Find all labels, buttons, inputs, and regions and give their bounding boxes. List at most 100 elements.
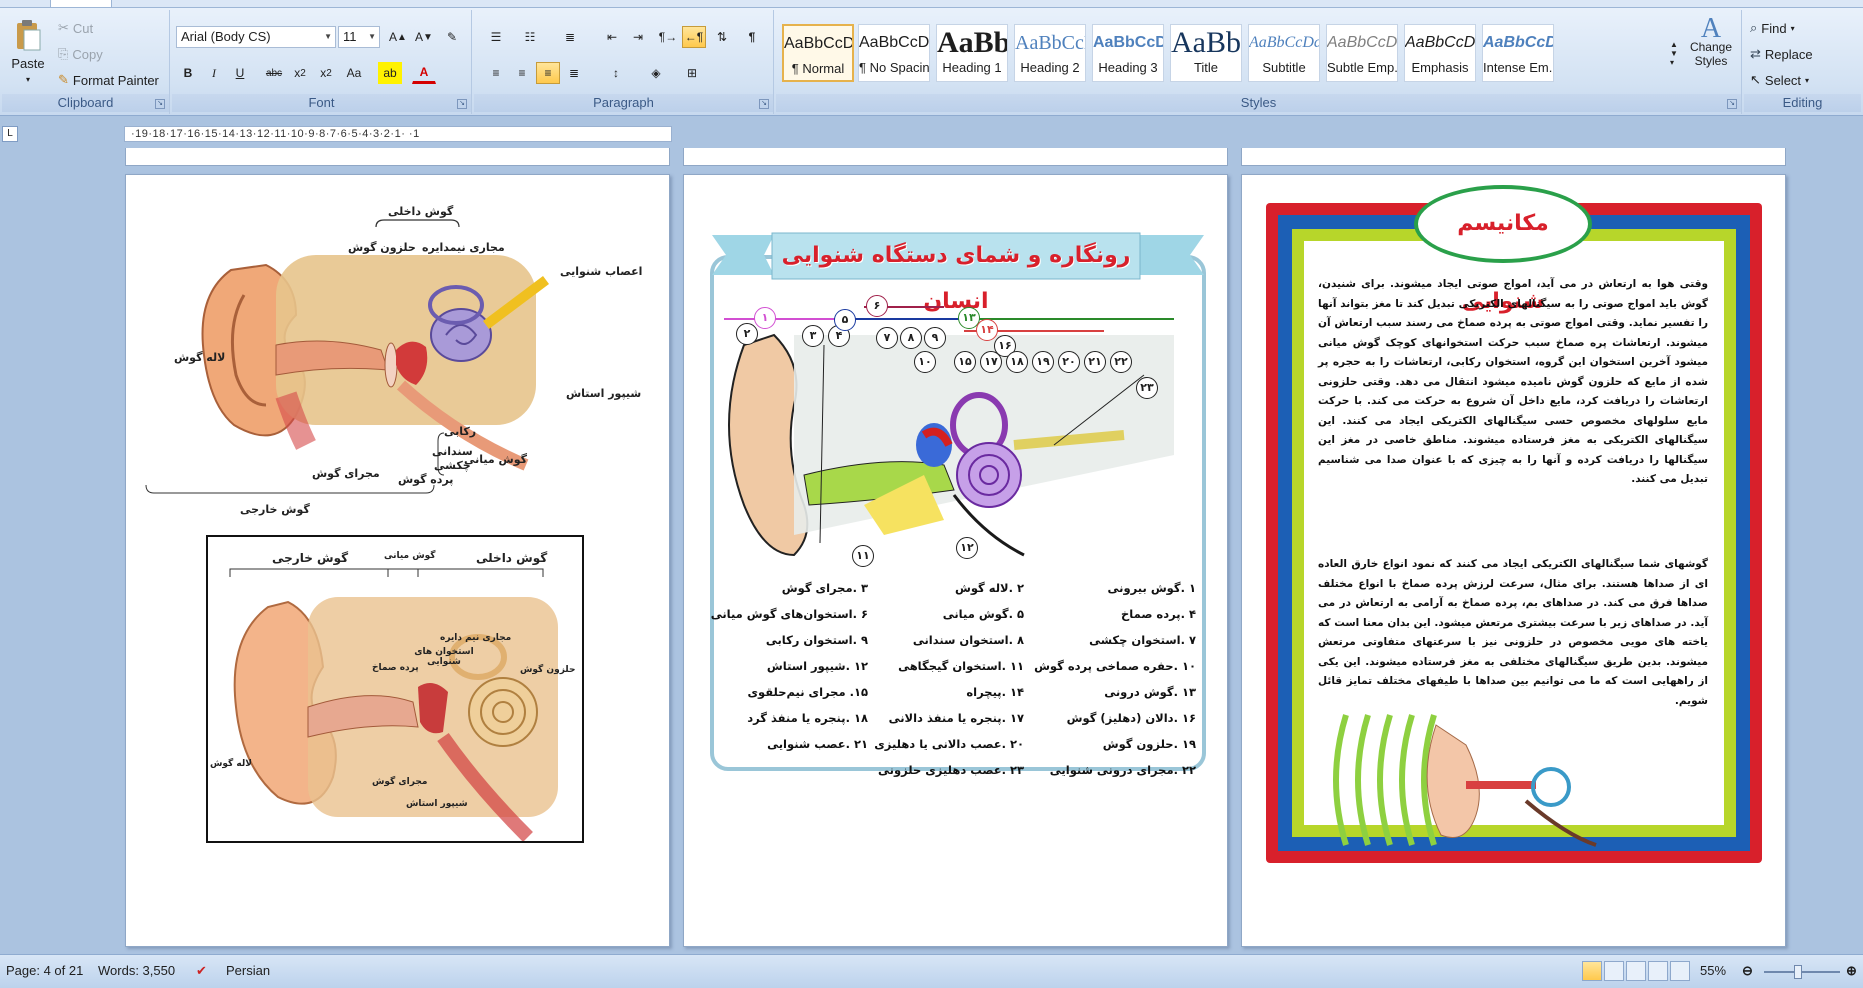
replace-icon: ⇄ bbox=[1750, 46, 1761, 61]
change-case-icon[interactable]: Aa bbox=[342, 62, 366, 84]
font-color-icon[interactable]: A bbox=[412, 62, 436, 84]
font-size-combo[interactable]: 11 ▼ bbox=[338, 26, 380, 48]
zoom-in-icon[interactable]: ⊕ bbox=[1846, 963, 1857, 979]
highlight-icon[interactable]: ab bbox=[378, 62, 402, 84]
style-no-spacing[interactable]: AaBbCcDdEe¶ No Spacing bbox=[858, 24, 930, 82]
paste-button[interactable]: Paste ▾ bbox=[8, 18, 48, 84]
tab-view[interactable] bbox=[520, 0, 582, 8]
label-middle-ear-bottom: گوش میانی bbox=[384, 551, 436, 561]
outline-view-icon[interactable] bbox=[1648, 961, 1668, 981]
cut-button[interactable]: ✂ Cut bbox=[58, 20, 93, 36]
page-middle[interactable]: رونگاره و شمای دستگاه شنوایی انسان ۱ ۲ ۳… bbox=[683, 174, 1228, 947]
horizontal-ruler[interactable]: ·19·18·17·16·15·14·13·12·11·10·9·8·7·6·5… bbox=[124, 126, 672, 142]
print-layout-view-icon[interactable] bbox=[1582, 961, 1602, 981]
prev-page-bottom-right bbox=[1241, 148, 1786, 166]
zoom-slider-thumb[interactable] bbox=[1794, 965, 1802, 979]
bullets-icon[interactable]: ☰ bbox=[484, 26, 508, 48]
italic-icon[interactable]: I bbox=[202, 62, 226, 84]
status-bar: Page: 4 of 21 Words: 3,550 ✔ Persian 55%… bbox=[0, 954, 1863, 988]
tab-insert[interactable] bbox=[112, 0, 174, 8]
style-heading-2[interactable]: AaBbCcDdEeHeading 2 bbox=[1014, 24, 1086, 82]
zoom-slider[interactable] bbox=[1764, 965, 1840, 979]
change-styles-icon: A bbox=[1700, 13, 1722, 44]
language-indicator[interactable]: Persian bbox=[226, 963, 270, 978]
copy-icon: ⎘ bbox=[58, 46, 69, 61]
mechanism-paragraph-2: گوشهای شما سیگنالهای الکتریکی ایجاد می ک… bbox=[1318, 558, 1708, 707]
clear-formatting-icon[interactable]: ✎ bbox=[440, 26, 464, 48]
rtl-icon[interactable]: ←¶ bbox=[682, 26, 706, 48]
find-button[interactable]: ⌕ Find ▾ bbox=[1750, 20, 1795, 36]
increase-indent-icon[interactable]: ⇥ bbox=[626, 26, 650, 48]
copy-button[interactable]: ⎘ Copy bbox=[58, 46, 103, 62]
align-right-icon[interactable]: ≡ bbox=[536, 62, 560, 84]
page-right[interactable]: مکانیسم شنوایی وقتی هوا به ارتعاش در می … bbox=[1241, 174, 1786, 947]
style-subtle-emphasis[interactable]: AaBbCcDdEeSubtle Emp... bbox=[1326, 24, 1398, 82]
sort-icon[interactable]: ⇅ bbox=[710, 26, 734, 48]
ltr-icon[interactable]: ¶→ bbox=[656, 26, 680, 48]
style-normal[interactable]: AaBbCcDdEe¶ Normal bbox=[782, 24, 854, 82]
tab-page-layout[interactable] bbox=[178, 0, 240, 8]
paragraph-dialog-launcher[interactable]: ↘ bbox=[759, 99, 769, 109]
style-intense-emphasis[interactable]: AaBbCcDdEeIntense Em... bbox=[1482, 24, 1554, 82]
legend-row: ۴ .پرده صماخ ۵ .گوش میانی ۶ .استخوان‌های… bbox=[710, 607, 1196, 621]
style-heading-1[interactable]: AaBbCcDdEeHeading 1 bbox=[936, 24, 1008, 82]
zoom-out-icon[interactable]: ⊖ bbox=[1742, 963, 1753, 979]
style-subtitle[interactable]: AaBbCcDdEeSubtitle bbox=[1248, 24, 1320, 82]
tab-nitro-pdf[interactable] bbox=[648, 0, 710, 8]
callout-19: ۱۹ bbox=[1032, 351, 1054, 373]
strikethrough-icon[interactable]: abc bbox=[262, 62, 286, 84]
web-layout-icon[interactable] bbox=[1626, 961, 1646, 981]
style-title[interactable]: AaBbCcDdEeTitle bbox=[1170, 24, 1242, 82]
font-family-combo[interactable]: Arial (Body CS) ▼ bbox=[176, 26, 336, 48]
superscript-icon[interactable]: x2 bbox=[314, 62, 338, 84]
tab-mailings[interactable] bbox=[370, 0, 432, 8]
tab-review[interactable] bbox=[450, 0, 512, 8]
style-emphasis[interactable]: AaBbCcDdEeEmphasis bbox=[1404, 24, 1476, 82]
styles-scroll[interactable]: ▲ ▼ ▾ bbox=[1666, 24, 1682, 82]
proofing-icon[interactable]: ✔ bbox=[196, 963, 207, 979]
underline-icon[interactable]: U bbox=[228, 62, 252, 84]
prev-page-bottom-left bbox=[125, 148, 670, 166]
bold-icon[interactable]: B bbox=[176, 62, 200, 84]
grow-font-icon[interactable]: A ▲ bbox=[386, 26, 410, 48]
tab-selector[interactable]: L bbox=[2, 126, 18, 142]
borders-icon[interactable]: ⊞ bbox=[680, 62, 704, 84]
align-left-icon[interactable]: ≡ bbox=[484, 62, 508, 84]
callout-12: ۱۲ bbox=[956, 537, 978, 559]
page-count[interactable]: Page: 4 of 21 bbox=[6, 963, 83, 978]
tab-add-ins[interactable] bbox=[580, 0, 642, 8]
styles-dialog-launcher[interactable]: ↘ bbox=[1727, 99, 1737, 109]
numbering-icon[interactable]: ☷ bbox=[518, 26, 542, 48]
page-left[interactable]: گوش داخلی حلزون گوش مجاری نیمدایره اعصاب… bbox=[125, 174, 670, 947]
full-screen-reading-icon[interactable] bbox=[1604, 961, 1624, 981]
tab-home[interactable] bbox=[50, 0, 112, 8]
format-painter-button[interactable]: ✎ Format Painter bbox=[58, 72, 159, 88]
legend-row: ۱۶ .دالان (دهلیز) گوش ۱۷ .پنجره یا منفذ … bbox=[747, 711, 1196, 725]
select-button[interactable]: ↖ Select ▾ bbox=[1750, 72, 1809, 88]
shading-icon[interactable]: ◈ bbox=[644, 62, 668, 84]
word-count[interactable]: Words: 3,550 bbox=[98, 963, 175, 978]
prev-page-bottom-middle bbox=[683, 148, 1228, 166]
decrease-indent-icon[interactable]: ⇤ bbox=[600, 26, 624, 48]
label-semicircular-top: مجاری نیمدایره bbox=[422, 241, 505, 254]
shrink-font-icon[interactable]: A ▼ bbox=[412, 26, 436, 48]
change-styles-button[interactable]: A Change Styles bbox=[1686, 13, 1736, 69]
align-center-icon[interactable]: ≡ bbox=[510, 62, 534, 84]
callout-17: ۱۷ bbox=[980, 351, 1002, 373]
label-ear-canal-bottom: مجرای گوش bbox=[372, 777, 428, 787]
justify-icon[interactable]: ≣ bbox=[562, 62, 586, 84]
document-area[interactable]: گوش داخلی حلزون گوش مجاری نیمدایره اعصاب… bbox=[0, 148, 1863, 954]
style-heading-3[interactable]: AaBbCcDdEeHeading 3 bbox=[1092, 24, 1164, 82]
zoom-level[interactable]: 55% bbox=[1700, 963, 1726, 978]
tab-references[interactable] bbox=[280, 0, 342, 8]
subscript-icon[interactable]: x2 bbox=[288, 62, 312, 84]
draft-view-icon[interactable] bbox=[1670, 961, 1690, 981]
replace-button[interactable]: ⇄ Replace bbox=[1750, 46, 1813, 62]
font-dialog-launcher[interactable]: ↘ bbox=[457, 99, 467, 109]
clipboard-dialog-launcher[interactable]: ↘ bbox=[155, 99, 165, 109]
legend-row: ۲۲ .مجرای درونی شنوایی ۲۳ .عصب دهلیزی حل… bbox=[878, 763, 1196, 777]
multilevel-list-icon[interactable]: ≣ bbox=[558, 26, 582, 48]
line-spacing-icon[interactable]: ↕ bbox=[604, 62, 628, 84]
show-formatting-icon[interactable]: ¶ bbox=[740, 26, 764, 48]
scissors-icon: ✂ bbox=[58, 20, 69, 35]
